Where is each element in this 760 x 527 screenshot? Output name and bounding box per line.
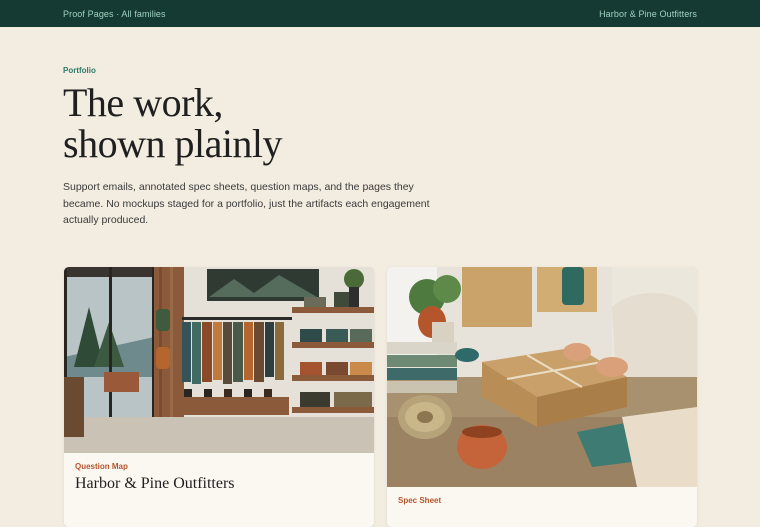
card-image-packing-parcel[interactable]	[387, 267, 697, 487]
top-bar: Proof Pages · All families Harbor & Pine…	[0, 0, 760, 27]
brand-link[interactable]: Harbor & Pine Outfitters	[599, 9, 697, 19]
intro-paragraph: Support emails, annotated spec sheets, q…	[63, 181, 430, 226]
page-title-line-2: shown plainly	[63, 121, 283, 166]
page-title-line-1: The work,	[63, 80, 223, 125]
card-tag: Spec Sheet	[398, 496, 442, 505]
card-image-store-interior[interactable]	[64, 267, 374, 453]
breadcrumb-link[interactable]: Proof Pages · All families	[63, 9, 166, 19]
packing-parcel-illustration	[387, 267, 697, 487]
portfolio-card-spec-sheet[interactable]: Spec Sheet	[387, 267, 697, 527]
card-tag: Question Map	[75, 462, 128, 471]
section-eyebrow: Portfolio	[63, 66, 96, 75]
page-title: The work, shown plainly	[63, 80, 283, 166]
store-interior-illustration	[64, 267, 374, 453]
portfolio-card-question-map[interactable]: Question Map Harbor & Pine Outfitters	[64, 267, 374, 527]
card-title[interactable]: Harbor & Pine Outfitters	[75, 475, 235, 493]
